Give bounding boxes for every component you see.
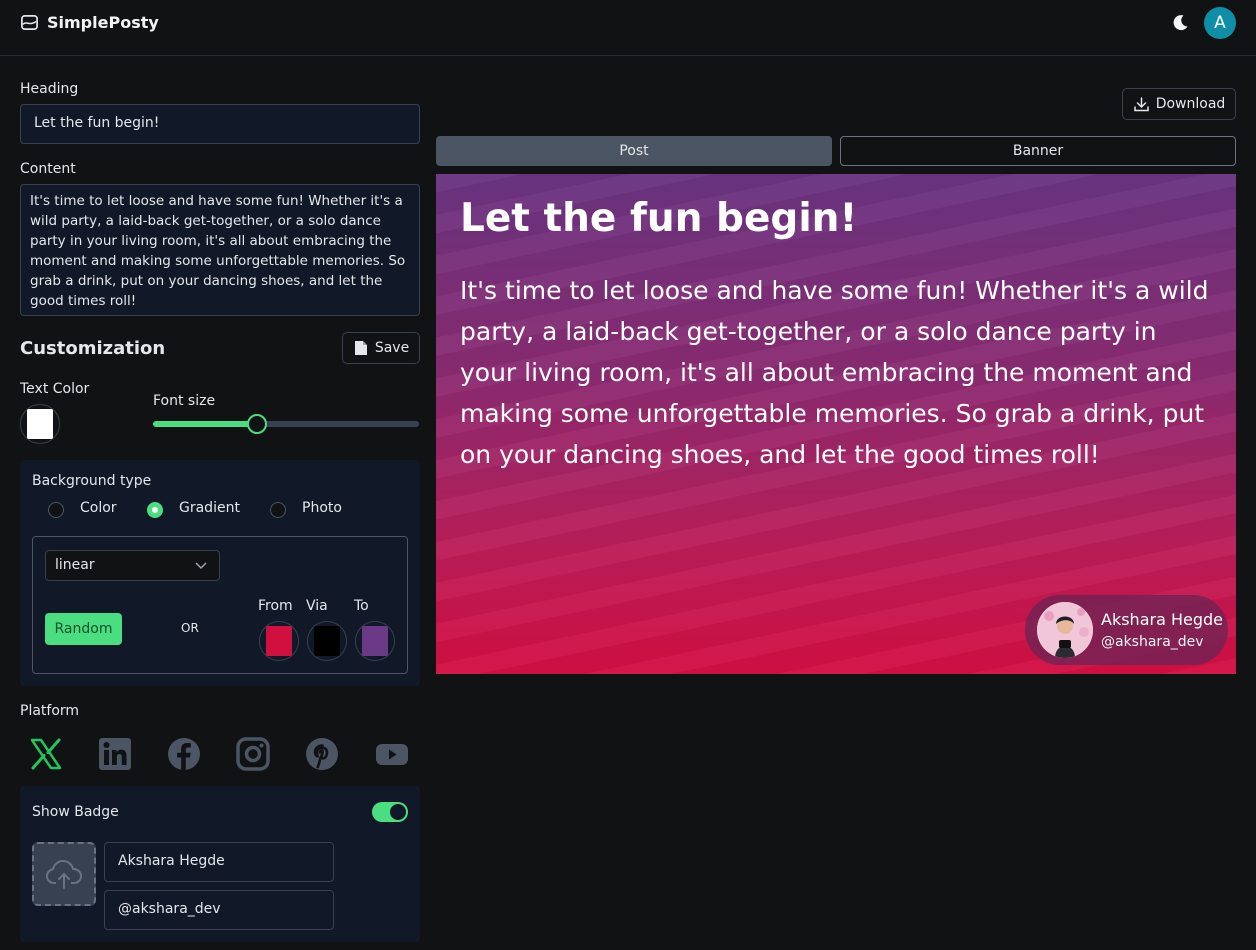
- to-label: To: [354, 598, 369, 614]
- save-label: Save: [374, 340, 410, 356]
- from-color-picker[interactable]: [259, 621, 299, 661]
- random-button[interactable]: Random: [45, 613, 122, 645]
- tab-banner[interactable]: Banner: [840, 136, 1236, 166]
- show-badge-label: Show Badge: [32, 804, 119, 820]
- post-preview: Let the fun begin! It's time to let loos…: [436, 174, 1236, 674]
- instagram-icon[interactable]: [236, 737, 270, 771]
- logo-icon: [21, 14, 38, 31]
- badge-handle-input[interactable]: @akshara_dev: [104, 890, 334, 930]
- text-color-label: Text Color: [20, 381, 90, 397]
- radio-color[interactable]: [48, 502, 64, 518]
- platform-label: Platform: [20, 703, 80, 719]
- background-panel: Background type Color Gradient Photo lin…: [20, 460, 420, 686]
- heading-label: Heading: [20, 81, 79, 97]
- avatar: [1037, 602, 1093, 658]
- or-label: OR: [181, 621, 199, 635]
- radio-photo[interactable]: [270, 502, 286, 518]
- gradient-type-select[interactable]: linear: [45, 550, 220, 581]
- radio-gradient-label: Gradient: [179, 500, 240, 516]
- text-color-swatch: [27, 409, 53, 439]
- slider-fill: [153, 421, 257, 427]
- preview-heading: Let the fun begin!: [460, 196, 858, 241]
- top-bar: SimplePosty A: [0, 0, 1256, 56]
- via-label: Via: [306, 598, 328, 614]
- download-icon: [1133, 96, 1149, 111]
- gradient-options: linear Random OR From Via To: [32, 536, 408, 674]
- text-color-picker[interactable]: [20, 404, 60, 444]
- slider-thumb[interactable]: [246, 414, 267, 434]
- badge-panel: Show Badge Akshara Hegde @akshara_dev: [20, 786, 420, 942]
- preview-badge-handle: @akshara_dev: [1101, 634, 1204, 650]
- from-color-swatch: [266, 626, 292, 656]
- brand[interactable]: SimplePosty: [20, 13, 159, 32]
- pinterest-icon[interactable]: [305, 737, 339, 771]
- via-color-swatch: [314, 626, 340, 656]
- font-size-label: Font size: [153, 393, 216, 409]
- heading-input[interactable]: Let the fun begin!: [20, 104, 420, 144]
- facebook-icon[interactable]: [167, 737, 201, 771]
- preview-badge: Akshara Hegde @akshara_dev: [1025, 595, 1228, 665]
- chevron-down-icon: [195, 562, 207, 570]
- radio-color-label: Color: [80, 500, 117, 516]
- content-label: Content: [20, 161, 76, 177]
- person-illustration: [1037, 602, 1093, 658]
- avatar-upload[interactable]: [32, 842, 96, 906]
- linkedin-icon[interactable]: [98, 737, 132, 771]
- via-color-picker[interactable]: [307, 621, 347, 661]
- badge-name-input[interactable]: Akshara Hegde: [104, 842, 334, 882]
- content-textarea[interactable]: It's time to let loose and have some fun…: [20, 184, 420, 316]
- gradient-type-value: linear: [55, 557, 95, 573]
- x-icon[interactable]: [29, 737, 63, 771]
- user-avatar[interactable]: A: [1204, 7, 1236, 39]
- to-color-picker[interactable]: [355, 621, 395, 661]
- from-label: From: [258, 598, 293, 614]
- youtube-icon[interactable]: [375, 737, 409, 771]
- radio-photo-label: Photo: [302, 500, 342, 516]
- download-button[interactable]: Download: [1122, 88, 1236, 120]
- show-badge-toggle[interactable]: [372, 802, 408, 822]
- tab-post[interactable]: Post: [436, 136, 832, 166]
- save-button[interactable]: Save: [342, 332, 420, 364]
- preview-badge-name: Akshara Hegde: [1101, 610, 1223, 629]
- radio-gradient[interactable]: [147, 502, 163, 518]
- customization-title: Customization: [20, 338, 166, 359]
- app-name: SimplePosty: [47, 13, 159, 32]
- to-color-swatch: [362, 626, 388, 656]
- cloud-upload-icon: [45, 859, 83, 889]
- download-label: Download: [1155, 96, 1226, 112]
- font-size-slider[interactable]: [153, 414, 419, 434]
- background-type-label: Background type: [32, 473, 152, 489]
- preview-content: It's time to let loose and have some fun…: [460, 276, 1209, 469]
- file-icon: [354, 341, 367, 355]
- moon-icon[interactable]: [1170, 13, 1190, 33]
